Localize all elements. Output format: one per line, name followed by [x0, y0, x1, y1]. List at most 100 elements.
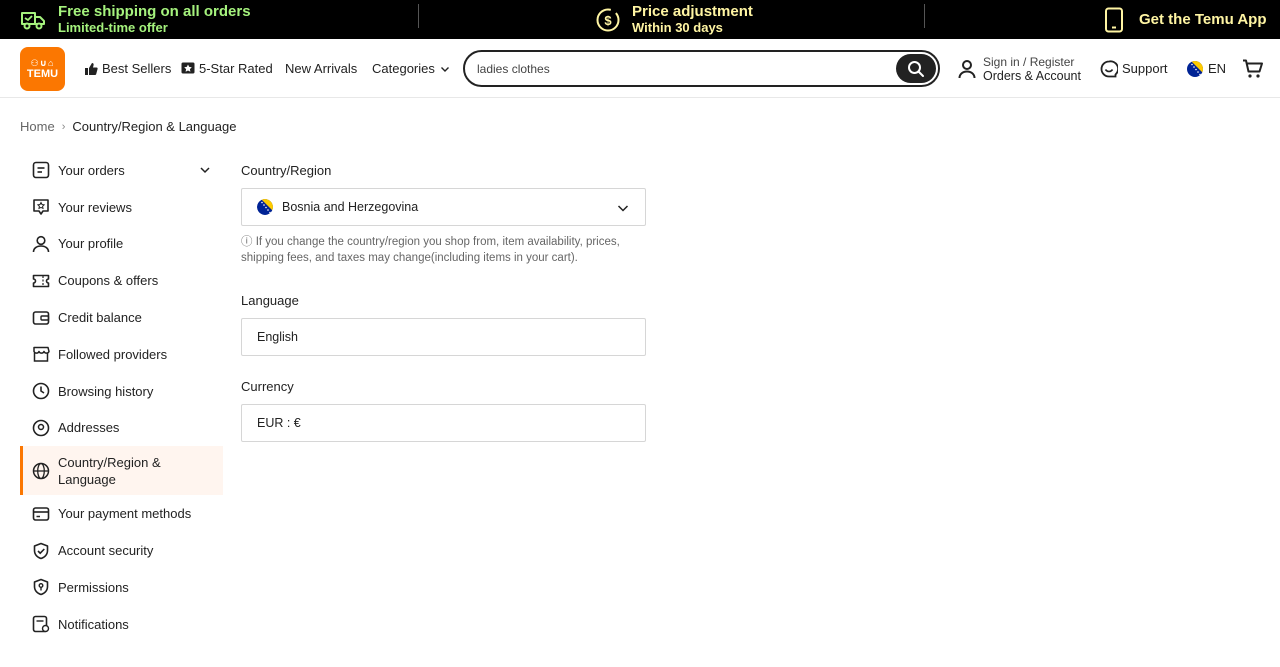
currency-label: Currency — [241, 378, 294, 394]
bosnia-flag-icon — [1187, 60, 1203, 77]
thumbs-up-icon — [85, 62, 98, 75]
price-adjustment-title: Price adjustment — [632, 3, 753, 20]
sidebar-item-addresses[interactable]: Addresses — [20, 410, 223, 447]
dollar-clock-icon: $ — [596, 8, 620, 31]
nav-new-arrivals[interactable]: New Arrivals — [285, 39, 357, 98]
chevron-down-icon[interactable] — [199, 164, 211, 176]
sidebar-item-account-security[interactable]: Account security — [20, 532, 223, 569]
sidebar-item-credit-balance[interactable]: Credit balance — [20, 299, 223, 336]
clock-icon — [31, 381, 51, 401]
cart-button[interactable] — [1242, 39, 1268, 98]
chevron-right-icon: › — [61, 120, 66, 133]
nav-best-sellers[interactable]: Best Sellers — [84, 39, 171, 98]
sidebar-item-label: Addresses — [58, 420, 120, 436]
language-select[interactable]: English — [241, 318, 646, 356]
nav-new-arrivals-label: New Arrivals — [285, 61, 358, 76]
shield-check-icon — [31, 541, 51, 561]
sidebar-item-label: Permissions — [58, 579, 129, 595]
search-icon — [908, 60, 924, 77]
price-adjustment-subtitle: Within 30 days — [632, 20, 723, 35]
bosnia-flag-icon — [257, 199, 273, 215]
logo-text: TEMU — [26, 68, 59, 80]
shield-key-icon — [31, 577, 51, 597]
svg-text:$: $ — [604, 13, 612, 28]
sidebar-item-followed-providers[interactable]: Followed providers — [20, 336, 223, 373]
sidebar-item-coupons-offers[interactable]: Coupons & offers — [20, 262, 223, 299]
price-adjustment-promo[interactable]: $ Price adjustment Within 30 days — [595, 0, 753, 39]
user-icon — [958, 60, 976, 79]
sidebar-item-payment-methods[interactable]: Your payment methods — [20, 495, 223, 532]
breadcrumb-current: Country/Region & Language — [72, 119, 237, 134]
user-icon — [31, 234, 51, 254]
site-header: ⚇∪⌂ TEMU Best Sellers 5-Star Rated New A… — [0, 39, 1280, 98]
language-selector[interactable]: EN — [1187, 39, 1226, 98]
chevron-down-icon — [617, 205, 629, 212]
sidebar-item-your-orders[interactable]: Your orders — [20, 152, 223, 189]
sidebar-item-your-reviews[interactable]: Your reviews — [20, 189, 223, 226]
orders-icon — [31, 160, 51, 180]
sidebar-item-your-profile[interactable]: Your profile — [20, 226, 223, 263]
nav-categories-label: Categories — [372, 61, 435, 76]
coupon-icon — [31, 271, 51, 291]
sidebar-item-label: Browsing history — [58, 383, 154, 399]
sidebar-item-permissions[interactable]: Permissions — [20, 569, 223, 606]
sign-in-label: Sign in / Register — [983, 55, 1075, 69]
search-input[interactable] — [477, 59, 877, 79]
country-region-select[interactable]: Bosnia and Herzegovina — [241, 188, 646, 226]
breadcrumb-home[interactable]: Home — [20, 119, 55, 134]
star-badge-icon — [181, 62, 195, 73]
review-icon — [31, 197, 51, 217]
promo-divider — [924, 4, 925, 28]
sidebar-item-label: Notifications — [58, 616, 129, 632]
sidebar-item-label: Coupons & offers — [58, 273, 159, 289]
currency-select[interactable]: EUR : € — [241, 404, 646, 442]
free-shipping-title: Free shipping on all orders — [58, 3, 251, 20]
wallet-icon — [31, 308, 51, 328]
support-label: Support — [1122, 61, 1168, 76]
cart-icon — [1243, 59, 1263, 78]
get-app-label: Get the Temu App — [1139, 11, 1267, 28]
orders-account-label: Orders & Account — [983, 69, 1081, 83]
sidebar-item-label: Followed providers — [58, 346, 168, 362]
free-shipping-promo[interactable]: Free shipping on all orders Limited-time… — [20, 0, 251, 39]
get-app-promo[interactable]: Get the Temu App — [1103, 0, 1267, 39]
sidebar-item-label: Your profile — [58, 236, 124, 252]
support-link[interactable]: Support — [1100, 39, 1168, 98]
sidebar-item-label: Account security — [58, 543, 154, 559]
sidebar-item-label: Credit balance — [58, 310, 142, 326]
breadcrumb: Home › Country/Region & Language — [20, 119, 236, 134]
currency-value: EUR : € — [257, 416, 301, 430]
language-value: English — [257, 330, 298, 344]
promo-divider — [418, 4, 419, 28]
search-button[interactable] — [896, 54, 936, 83]
globe-icon — [31, 461, 51, 481]
store-icon — [31, 344, 51, 364]
sidebar-item-country-region-language[interactable]: Country/Region & Language — [20, 446, 223, 496]
location-pin-icon — [31, 418, 51, 438]
sidebar-item-notifications[interactable]: Notifications — [20, 606, 223, 643]
promo-bar: Free shipping on all orders Limited-time… — [0, 0, 1280, 39]
sidebar-item-label: Your payment methods — [58, 506, 192, 522]
nav-five-star-rated[interactable]: 5-Star Rated — [181, 39, 273, 98]
temu-logo[interactable]: ⚇∪⌂ TEMU — [20, 47, 65, 91]
phone-icon — [1105, 7, 1123, 32]
nav-categories[interactable]: Categories — [372, 39, 454, 98]
language-code: EN — [1208, 61, 1227, 76]
account-menu[interactable]: Sign in / Register Orders & Account — [958, 55, 1081, 83]
free-shipping-subtitle: Limited-time offer — [58, 20, 168, 35]
country-region-label: Country/Region — [241, 162, 332, 178]
nav-best-sellers-label: Best Sellers — [102, 61, 172, 76]
country-region-value: Bosnia and Herzegovina — [282, 200, 419, 214]
search-bar — [463, 50, 940, 87]
credit-card-icon — [31, 504, 51, 524]
sidebar-item-browsing-history[interactable]: Browsing history — [20, 373, 223, 410]
sidebar-item-label: Your orders — [58, 162, 125, 178]
country-language-form: Country/Region Bosnia and Herzegovina ⓘ … — [241, 152, 646, 442]
chevron-down-icon — [440, 66, 449, 72]
chat-bubble-icon — [1100, 59, 1118, 77]
language-label: Language — [241, 292, 299, 308]
notification-settings-icon — [31, 614, 51, 634]
truck-icon — [21, 11, 45, 29]
sidebar-item-label: Country/Region & Language — [58, 454, 161, 487]
account-sidebar: Your orders Your reviews Your profile Co… — [20, 152, 223, 643]
